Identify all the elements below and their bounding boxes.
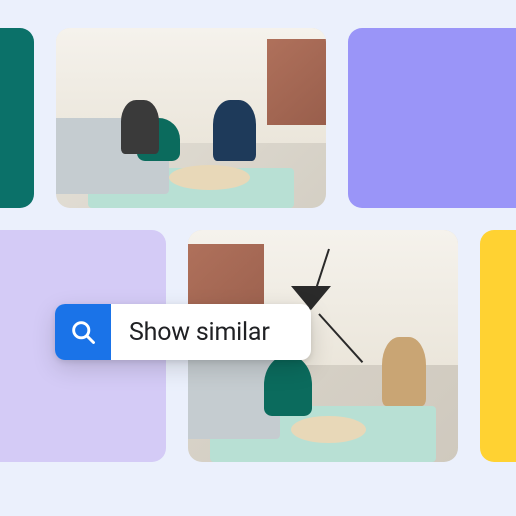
tile-purple[interactable] bbox=[348, 28, 516, 208]
search-icon bbox=[55, 304, 111, 360]
grid-row-1 bbox=[0, 28, 516, 208]
image-grid bbox=[0, 0, 516, 490]
photo-scene-1 bbox=[56, 28, 326, 208]
tile-yellow[interactable] bbox=[480, 230, 516, 462]
show-similar-button[interactable]: Show similar bbox=[55, 304, 311, 360]
show-similar-label: Show similar bbox=[111, 318, 270, 347]
tile-photo-meeting[interactable] bbox=[56, 28, 326, 208]
tile-teal[interactable] bbox=[0, 28, 34, 208]
